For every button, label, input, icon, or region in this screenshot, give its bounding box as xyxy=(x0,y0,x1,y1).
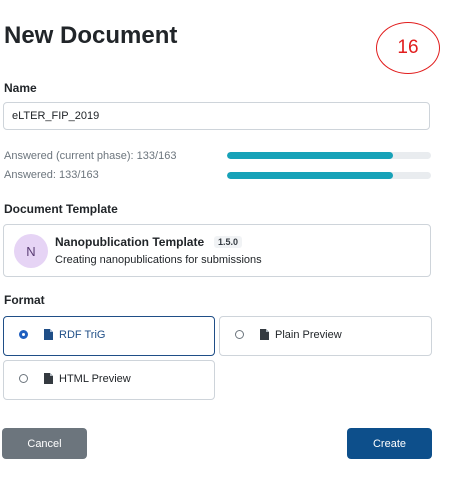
template-version-badge: 1.5.0 xyxy=(214,236,243,248)
name-input[interactable] xyxy=(3,102,430,130)
plain-preview-radio[interactable] xyxy=(235,330,244,339)
template-avatar: N xyxy=(14,234,48,268)
cancel-button[interactable]: Cancel xyxy=(2,428,87,459)
progress-current-phase-fill xyxy=(227,152,394,159)
page-title: New Document xyxy=(4,22,178,49)
format-label: Format xyxy=(4,293,45,307)
progress-current-phase-label: Answered (current phase): 133/163 xyxy=(4,150,177,162)
format-option-html-preview[interactable]: HTML Preview xyxy=(3,360,215,400)
html-preview-radio[interactable] xyxy=(19,374,28,383)
plain-preview-label: Plain Preview xyxy=(275,329,342,341)
progress-current-phase-bar xyxy=(227,152,431,159)
name-label: Name xyxy=(4,81,37,95)
format-option-plain-preview[interactable]: Plain Preview xyxy=(219,316,432,356)
create-button[interactable]: Create xyxy=(347,428,432,459)
step-number-annotation: 16 xyxy=(376,22,440,74)
progress-total-label: Answered: 133/163 xyxy=(4,169,99,181)
template-description: Creating nanopublications for submission… xyxy=(55,254,262,266)
file-icon xyxy=(44,373,53,384)
progress-total-fill xyxy=(227,172,394,179)
rdf-trig-radio[interactable] xyxy=(19,330,28,339)
document-template-label: Document Template xyxy=(4,202,118,216)
file-icon xyxy=(260,329,269,340)
format-option-rdf-trig[interactable]: RDF TriG xyxy=(3,316,215,356)
html-preview-label: HTML Preview xyxy=(59,373,131,385)
rdf-trig-label: RDF TriG xyxy=(59,329,106,341)
progress-total-bar xyxy=(227,172,431,179)
file-icon xyxy=(44,329,53,340)
template-card[interactable]: N Nanopublication Template 1.5.0 Creatin… xyxy=(3,224,431,277)
template-name: Nanopublication Template xyxy=(55,235,205,249)
